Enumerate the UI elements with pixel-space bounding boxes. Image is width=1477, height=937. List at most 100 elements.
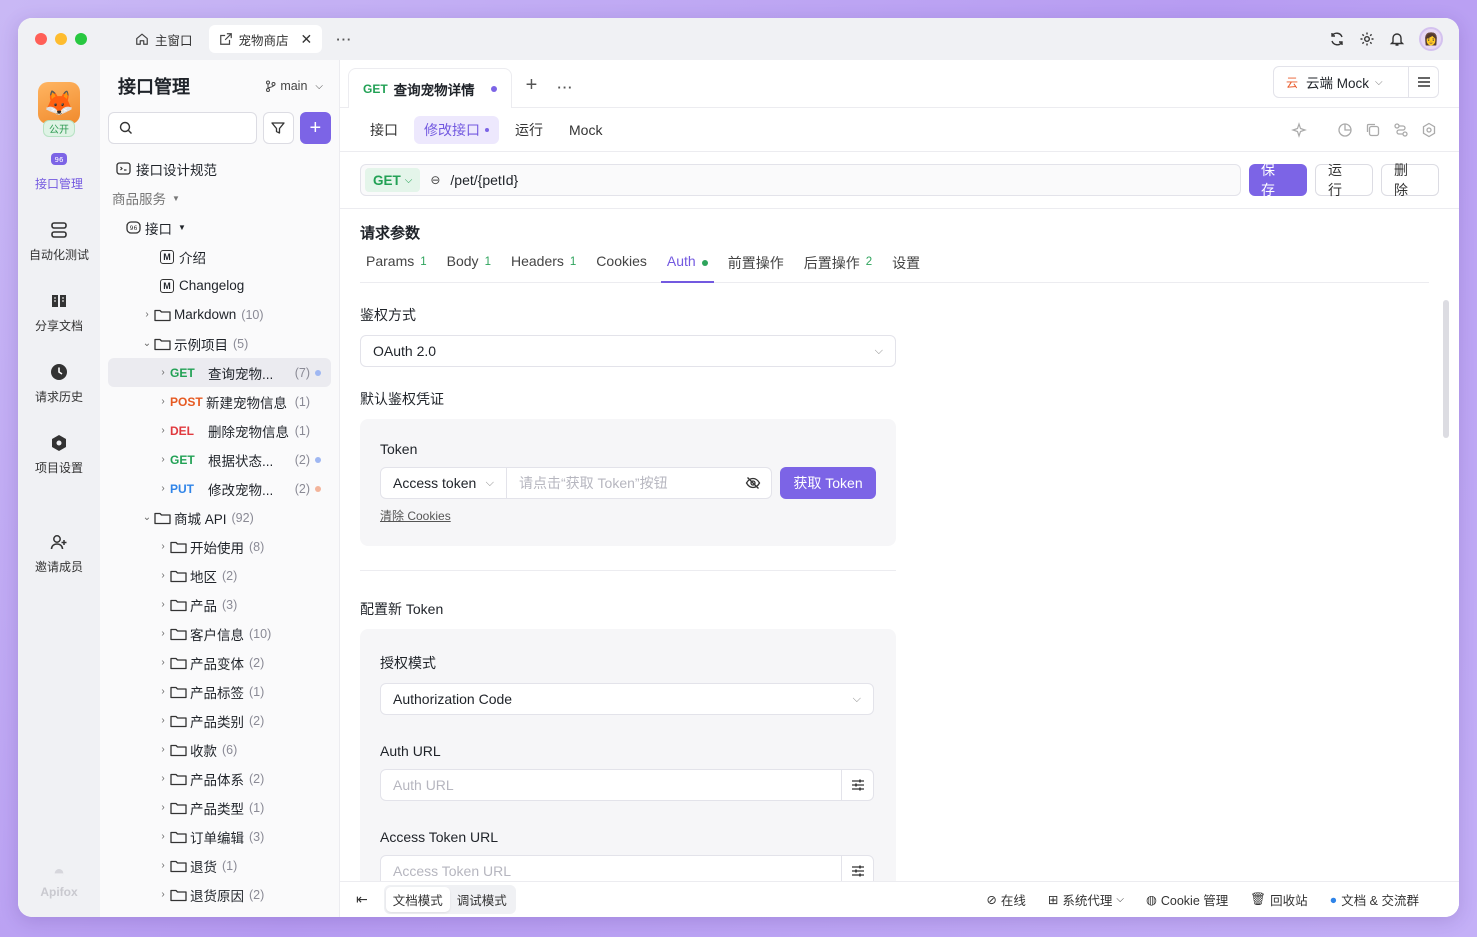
online-status[interactable]: ⊘ 在线 <box>986 890 1026 909</box>
endpoint-item[interactable]: › GET 查询宠物... (7) <box>108 358 331 387</box>
cookie-manager[interactable]: ◍ Cookie 管理 <box>1146 890 1228 909</box>
add-button[interactable]: + <box>299 112 331 144</box>
rail-item-project-settings[interactable]: 项目设置 <box>18 433 100 476</box>
branch-selector[interactable]: main ⌵ <box>265 79 323 93</box>
copy-icon[interactable] <box>1365 122 1381 138</box>
get-token-button[interactable]: 获取 Token <box>780 467 876 499</box>
close-icon[interactable]: ✕ <box>301 31 313 48</box>
refresh-icon[interactable] <box>1329 31 1345 47</box>
scrollbar[interactable] <box>1443 300 1449 438</box>
params-tab-params[interactable]: Params 1 <box>360 253 433 283</box>
access-token-url-input[interactable]: Access Token URL <box>380 855 874 881</box>
gear-icon[interactable] <box>1359 31 1375 47</box>
tree-folder-mall-api[interactable]: ⌄ 商城 API (92) <box>108 503 331 532</box>
subtab-api[interactable]: 接口 <box>360 116 408 144</box>
tree-folder[interactable]: › 退货原因 (2) <box>108 880 331 909</box>
more-tabs-icon[interactable]: ··· <box>336 32 352 47</box>
tree-item-intro[interactable]: M 介绍 <box>108 242 331 271</box>
chart-pie-icon[interactable] <box>1337 122 1353 138</box>
user-avatar[interactable]: 👩 <box>1419 27 1443 51</box>
sparkle-icon[interactable] <box>1291 122 1307 138</box>
delete-button[interactable]: 删 除 <box>1381 162 1439 198</box>
tree-folder[interactable]: › 退货 (1) <box>108 851 331 880</box>
section-product-service[interactable]: 商品服务 ▼ <box>100 183 339 213</box>
status-items: ⊘ 在线 ⊞ 系统代理 ⌵ ◍ Cookie 管理 🗑 回收站 ● 文档 & 交流群 <box>986 890 1419 909</box>
url-input[interactable]: GET ⌵ ⊖ /pet/{petId} <box>360 164 1241 196</box>
tree-folder[interactable]: › 产品类型 (1) <box>108 793 331 822</box>
variable-button[interactable] <box>841 770 873 800</box>
rail-item-history[interactable]: 请求历史 <box>18 362 100 405</box>
params-tab-前置操作[interactable]: 前置操作 <box>722 253 790 283</box>
bell-icon[interactable] <box>1389 31 1405 47</box>
variable-button[interactable] <box>841 856 873 881</box>
proxy-selector[interactable]: ⊞ 系统代理 ⌵ <box>1048 890 1124 909</box>
community-link[interactable]: ● 文档 & 交流群 <box>1330 890 1419 909</box>
tree-item-changelog[interactable]: M Changelog <box>108 271 331 300</box>
debug-mode-button[interactable]: 调试模式 <box>450 887 514 912</box>
tree-folder[interactable]: › 订单编辑 (3) <box>108 822 331 851</box>
auth-url-input[interactable]: Auth URL <box>380 769 874 801</box>
tree-folder[interactable]: › 产品变体 (2) <box>108 648 331 677</box>
chevron-down-icon: ⌵ <box>404 174 413 186</box>
tree-folder[interactable]: › 产品标签 (1) <box>108 677 331 706</box>
endpoint-item[interactable]: › DEL 删除宠物信息 (1) <box>108 416 331 445</box>
endpoint-item[interactable]: › PUT 修改宠物... (2) <box>108 474 331 503</box>
tree-item-root[interactable]: 96 接口 ▼ <box>108 213 331 242</box>
rail-item-automation[interactable]: 自动化测试 <box>18 220 100 263</box>
search-input[interactable] <box>108 112 257 144</box>
rail-item-share-docs[interactable]: 分享文档 <box>18 291 100 334</box>
rail-item-invite[interactable]: 邀请成员 <box>18 532 100 575</box>
params-tab-设置[interactable]: 设置 <box>886 253 926 283</box>
doc-tab-active[interactable]: GET 查询宠物详情 <box>348 68 512 108</box>
trash-button[interactable]: 🗑 回收站 <box>1250 890 1307 909</box>
params-tab-headers[interactable]: Headers 1 <box>505 253 582 283</box>
tree-folder[interactable]: › 产品体系 (2) <box>108 764 331 793</box>
params-tab-后置操作[interactable]: 后置操作 2 <box>798 253 878 283</box>
share-icon[interactable] <box>1393 122 1409 138</box>
tree-folder[interactable]: › 收款 (6) <box>108 735 331 764</box>
rail-item-api-management[interactable]: 96 接口管理 <box>18 149 100 192</box>
grant-type-select[interactable]: Authorization Code ⌵ <box>380 683 874 715</box>
subtab-edit[interactable]: 修改接口 <box>414 115 499 144</box>
params-tab-cookies[interactable]: Cookies <box>590 253 653 283</box>
project-logo[interactable]: 🦊 <box>38 82 80 124</box>
tree-item-design-spec[interactable]: 接口设计规范 <box>108 154 331 183</box>
tree-folder-examples[interactable]: ⌄ 示例项目 (5) <box>108 329 331 358</box>
run-button[interactable]: 运 行 <box>1315 162 1373 198</box>
token-input[interactable]: 请点击“获取 Token”按钮 <box>507 473 745 493</box>
params-tab-body[interactable]: Body 1 <box>441 253 497 283</box>
tree-folder[interactable]: › 客户信息 (10) <box>108 619 331 648</box>
tree-folder[interactable]: › 开始使用 (8) <box>108 532 331 561</box>
params-tab-auth[interactable]: Auth <box>660 253 714 283</box>
settings-icon[interactable] <box>1421 122 1437 138</box>
tree-folder[interactable]: › 产品 (3) <box>108 590 331 619</box>
filter-button[interactable] <box>262 112 294 144</box>
more-icon[interactable]: ··· <box>557 80 573 95</box>
folder-open-icon <box>154 338 171 350</box>
tree-folder[interactable]: › 地区 (2) <box>108 561 331 590</box>
folder-icon <box>154 309 171 321</box>
environment-menu-button[interactable] <box>1408 67 1438 97</box>
maximize-window-button[interactable] <box>75 33 87 45</box>
subtab-mock[interactable]: Mock <box>559 116 612 144</box>
save-button[interactable]: 保 存 <box>1249 162 1307 198</box>
auth-method-select[interactable]: OAuth 2.0 ⌵ <box>360 335 896 367</box>
doc-mode-button[interactable]: 文档模式 <box>385 887 450 912</box>
add-tab-button[interactable]: + <box>526 74 538 97</box>
subtab-run[interactable]: 运行 <box>505 116 553 144</box>
method-selector[interactable]: GET ⌵ <box>365 168 421 192</box>
tree-folder-markdown[interactable]: › Markdown (10) <box>108 300 331 329</box>
environment-selector[interactable]: 云 云端 Mock ⌵ <box>1273 66 1439 98</box>
clear-cookies-link[interactable]: 清除 Cookies <box>380 507 876 524</box>
mall-folder-list: › 开始使用 (8) › 地区 (2) › 产品 (3) › 客户信息 (10) › 产品变体 (2) › 产品… <box>100 532 339 909</box>
minimize-window-button[interactable] <box>55 33 67 45</box>
close-window-button[interactable] <box>35 33 47 45</box>
endpoint-item[interactable]: › POST 新建宠物信息 (1) <box>108 387 331 416</box>
token-type-select[interactable]: Access token ⌵ <box>381 468 507 498</box>
endpoint-item[interactable]: › GET 根据状态... (2) <box>108 445 331 474</box>
tree-folder[interactable]: › 产品类别 (2) <box>108 706 331 735</box>
collapse-sidebar-icon[interactable]: ⇤ <box>356 891 368 908</box>
window-tab-petstore[interactable]: 宠物商店 ✕ <box>208 25 323 53</box>
eye-off-icon[interactable] <box>745 476 761 490</box>
window-tab-main[interactable]: 主窗口 <box>125 25 203 53</box>
